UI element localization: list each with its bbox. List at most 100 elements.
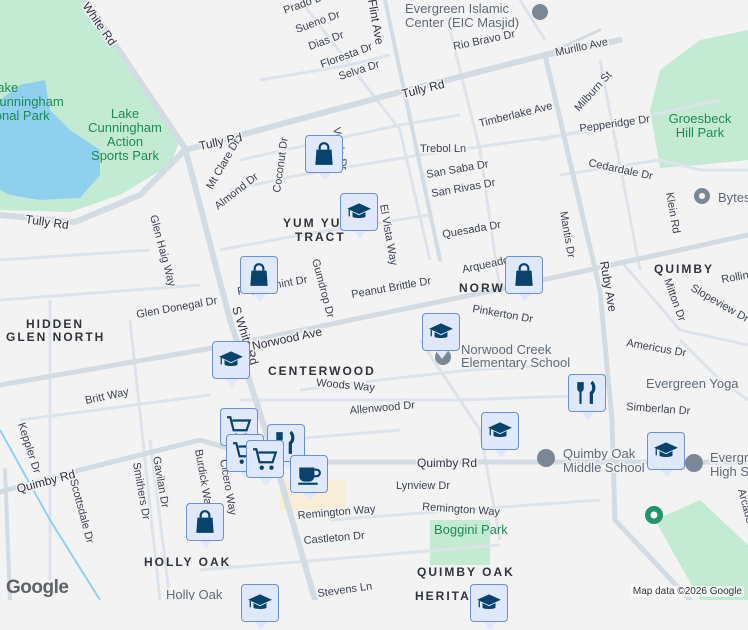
- map-marker-graduation-cap[interactable]: [212, 341, 250, 379]
- label-tully-rd-west: Tully Rd: [25, 212, 70, 232]
- label-castleton-dr: Castleton Dr: [303, 530, 365, 547]
- map-attribution[interactable]: Map data ©2026 Google: [631, 586, 744, 597]
- map-marker-shopping-bag[interactable]: [186, 503, 224, 541]
- groesbeck-park-area: [650, 30, 748, 168]
- label-tully-rd-east: Tully Rd: [400, 77, 446, 101]
- label-quimby-rd: Quimby Rd: [417, 456, 477, 470]
- park-action-2: Cunningham: [88, 120, 162, 135]
- poi-quimby-oak-2[interactable]: Middle School: [563, 460, 645, 475]
- poi-evergreen-yoga[interactable]: Evergreen Yoga: [646, 376, 739, 391]
- park-action-4: Sports Park: [91, 148, 159, 163]
- park-boggini: Boggini Park: [434, 522, 508, 537]
- label-gumdrop-dr: Gumdrop Dr: [309, 258, 336, 320]
- label-glen-haig-way: Glen Haig Way: [147, 214, 178, 289]
- shopping-bag-icon: [246, 262, 272, 288]
- graduation-cap-icon: [247, 590, 273, 616]
- poi-evergreen-hs-1[interactable]: Evergreen: [710, 450, 748, 465]
- label-lynview-dr: Lynview Dr: [396, 480, 450, 492]
- poi-eic-2[interactable]: Center (EIC Masjid): [405, 15, 519, 30]
- map-marker-coffee-cup[interactable]: [290, 455, 328, 493]
- shopping-bag-icon: [511, 262, 537, 288]
- area-quimby: QUIMBY: [654, 262, 714, 276]
- label-remington-way-east: Remington Way: [422, 501, 501, 518]
- pin-dot: [699, 193, 705, 199]
- map-marker-graduation-cap[interactable]: [481, 412, 519, 450]
- graduation-cap-icon: [476, 590, 502, 616]
- label-san-saba-dr: San Saba Dr: [425, 158, 489, 181]
- poi-eic-1[interactable]: Evergreen Islamic: [405, 1, 510, 16]
- label-woods-way: Woods Way: [316, 377, 376, 394]
- label-americus-dr: Americus Dr: [625, 337, 687, 359]
- label-slopeview-dr: Slopeview Dr: [689, 282, 748, 325]
- poi-bytes[interactable]: Bytes: [718, 190, 748, 205]
- graduation-cap-icon: [346, 199, 372, 225]
- label-gavilan-dr: Gavilan Dr: [150, 455, 171, 509]
- graduation-cap-icon: [428, 319, 454, 345]
- map-canvas[interactable]: White Rd S White Rd Tully Rd Tully Rd Tu…: [0, 0, 748, 600]
- coffee-cup-icon: [296, 461, 322, 487]
- label-pinkerton-dr: Pinkerton Dr: [471, 303, 534, 325]
- area-tract: TRACT: [295, 230, 346, 244]
- label-arcade: Arcade Av: [735, 488, 748, 540]
- map-marker-shopping-bag[interactable]: [505, 256, 543, 294]
- school-fields: [655, 500, 748, 600]
- school-icon[interactable]: [685, 454, 703, 472]
- shopping-bag-icon: [192, 509, 218, 535]
- label-burdick-way: Burdick Way: [192, 448, 215, 511]
- label-simberlan-dr: Simberlan Dr: [626, 401, 691, 417]
- graduation-cap-icon: [218, 347, 244, 373]
- label-scottsdale-dr: Scottsdale Dr: [67, 478, 96, 545]
- park-action-1: Lake: [111, 106, 139, 121]
- area-quimby-oak: QUIMBY OAK: [417, 565, 515, 579]
- label-allenwood-dr: Allenwood Dr: [349, 399, 416, 417]
- area-holly-oak: HOLLY OAK: [144, 555, 231, 569]
- poi-quimby-oak-1[interactable]: Quimby Oak: [563, 446, 636, 461]
- park-lake-1: Lake: [0, 80, 18, 95]
- map-marker-shopping-cart[interactable]: [246, 440, 284, 478]
- school-icon[interactable]: [537, 449, 555, 467]
- map-marker-restaurant[interactable]: [568, 374, 606, 412]
- shopping-bag-icon: [311, 141, 337, 167]
- map-marker-graduation-cap[interactable]: [340, 193, 378, 231]
- restaurant-icon: [574, 380, 600, 406]
- label-mitton-dr: Mitton Dr: [661, 277, 688, 323]
- label-arqueado: Arqueado: [461, 254, 510, 276]
- map-marker-graduation-cap[interactable]: [470, 584, 508, 622]
- label-rio-bravo-dr: Rio Bravo Dr: [452, 28, 516, 53]
- area-centerwood: CENTERWOOD: [268, 364, 376, 378]
- label-keppler-dr: Keppler Dr: [15, 421, 43, 475]
- label-peanut-brittle-dr: Peanut Brittle Dr: [350, 275, 432, 301]
- map-marker-shopping-bag[interactable]: [240, 256, 278, 294]
- poi-evergreen-hs-2[interactable]: High School: [710, 464, 748, 479]
- label-flint-ave: Flint Ave: [365, 0, 387, 46]
- map-marker-graduation-cap[interactable]: [647, 432, 685, 470]
- label-trebol-ln: Trebol Ln: [420, 143, 466, 155]
- label-glen-donegal-dr: Glen Donegal Dr: [135, 295, 218, 321]
- poi-holly-oak[interactable]: Holly Oak: [166, 587, 223, 600]
- label-el-vista-way: El Vista Way: [377, 203, 400, 266]
- label-timberlake-ave: Timberlake Ave: [478, 100, 554, 130]
- map-marker-graduation-cap[interactable]: [422, 313, 460, 351]
- label-coconut-dr: Coconut Dr: [271, 136, 291, 193]
- label-stevens-ln: Stevens Ln: [317, 580, 373, 600]
- poi-norwood-creek-2[interactable]: Elementary School: [461, 355, 570, 370]
- park-action-3: Action: [107, 134, 143, 149]
- shopping-cart-icon: [252, 446, 278, 472]
- park-lake-2: Cunningham: [0, 94, 64, 109]
- map-marker-shopping-bag[interactable]: [305, 135, 343, 173]
- map-marker-graduation-cap[interactable]: [241, 584, 279, 622]
- area-glen-north: GLEN NORTH: [6, 330, 105, 344]
- label-rolling: Rollin: [720, 269, 748, 286]
- park-groesbeck-1: Groesbeck: [669, 111, 732, 126]
- google-logo: Google: [6, 577, 68, 599]
- label-klein-rd: Klein Rd: [663, 191, 682, 234]
- park-groesbeck-2: Hill Park: [676, 125, 725, 140]
- label-norwood-ave: Norwood Ave: [251, 324, 324, 353]
- graduation-cap-icon: [653, 438, 679, 464]
- area-hidden: HIDDEN: [26, 317, 84, 331]
- label-mantis-dr: Mantis Dr: [557, 210, 577, 259]
- label-britt-way: Britt Way: [84, 386, 130, 407]
- mosque-icon[interactable]: [532, 4, 548, 20]
- graduation-cap-icon: [487, 418, 513, 444]
- park-lake-3: Regional Park: [0, 108, 50, 123]
